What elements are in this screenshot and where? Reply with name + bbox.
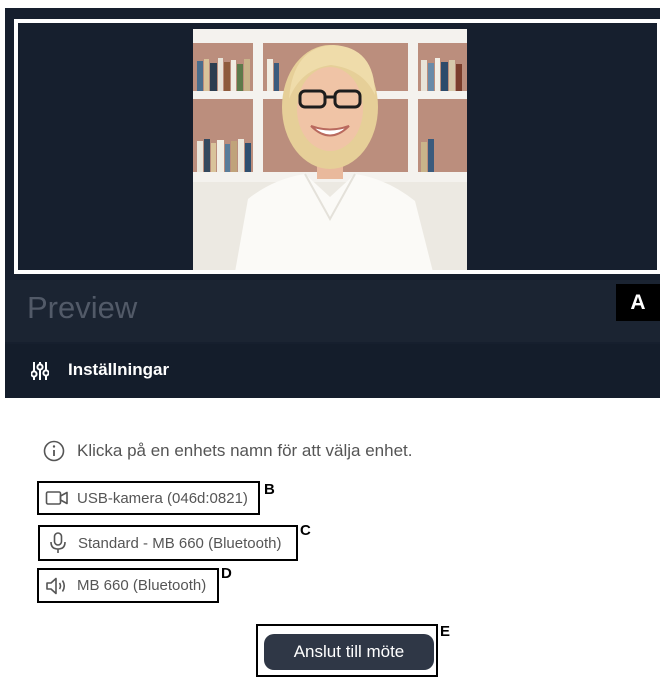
microphone-icon — [50, 532, 66, 553]
info-row: Klicka på en enhets namn för att välja e… — [43, 440, 412, 462]
annotation-letter-c: C — [300, 522, 311, 539]
annotation-letter-b: B — [264, 481, 275, 498]
annotation-frame-a — [14, 19, 660, 274]
sliders-icon[interactable] — [31, 361, 49, 381]
camera-device-name[interactable]: USB-kamera (046d:0821) — [77, 490, 248, 507]
annotation-letter-e: E — [440, 623, 451, 640]
info-text: Klicka på en enhets namn för att välja e… — [77, 441, 413, 460]
microphone-device-name[interactable]: Standard - MB 660 (Bluetooth) — [78, 535, 281, 552]
speaker-device-name[interactable]: MB 660 (Bluetooth) — [77, 577, 206, 594]
info-icon — [43, 440, 65, 462]
microphone-device-item[interactable]: Standard - MB 660 (Bluetooth) — [38, 525, 298, 561]
camera-device-item[interactable]: USB-kamera (046d:0821) — [37, 481, 260, 515]
settings-label[interactable]: Inställningar — [68, 360, 169, 380]
annotation-letter-a: A — [630, 290, 646, 314]
annotation-label-a: A — [616, 284, 660, 321]
camera-icon — [45, 491, 68, 505]
join-meeting-button[interactable]: Anslut till möte — [264, 634, 434, 670]
speaker-device-item[interactable]: MB 660 (Bluetooth) — [37, 568, 219, 603]
speaker-icon — [46, 577, 66, 594]
preview-title: Preview — [27, 290, 138, 325]
annotation-letter-d: D — [221, 565, 232, 582]
